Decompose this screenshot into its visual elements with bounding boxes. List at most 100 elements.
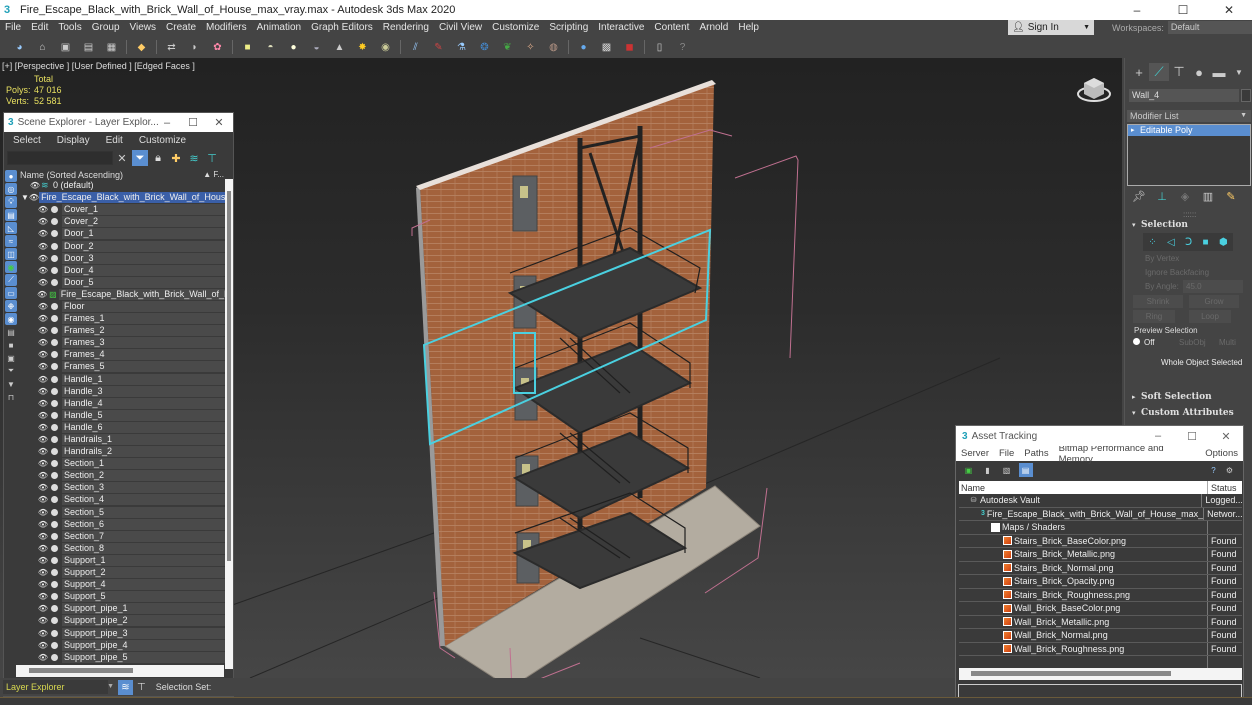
menu-content[interactable]: Content [649,22,694,33]
object-row[interactable]: 👁︎ Support_pipe_2 [19,615,226,628]
select-by-name-icon[interactable]: ◗ [187,39,203,55]
menu-display[interactable]: Display [48,135,97,146]
get-latest-icon[interactable]: ▧ [1000,463,1014,477]
asset-row-scene[interactable]: 3 Fire_Escape_Black_with_Brick_Wall_of_Ho… [959,507,1242,521]
shrink-button[interactable]: Shrink [1133,295,1183,308]
preview-off-radio[interactable] [1133,338,1140,345]
menu-file[interactable]: File [994,448,1019,459]
material-editor-icon[interactable]: ● [576,39,592,55]
visibility-eye-icon[interactable]: 👁︎ [37,592,49,601]
visibility-eye-icon[interactable]: 👁︎ [37,217,49,226]
menu-animation[interactable]: Animation [252,22,306,33]
undo-icon[interactable]: ◕ [12,39,28,55]
funnel-icon[interactable]: ▼ [5,378,17,390]
horizontal-scrollbar[interactable] [959,668,1242,680]
vray-scene-icon[interactable]: ⚗ [454,39,470,55]
groups-filter-icon[interactable]: ◫ [5,248,17,260]
menu-create[interactable]: Create [161,22,201,33]
soft-selection-rollout-header[interactable]: Soft Selection [1127,390,1247,404]
render-frame-icon[interactable]: ▩ [599,39,615,55]
select-object-icon[interactable]: ⇄ [164,39,180,55]
visibility-eye-icon[interactable]: 👁︎ [37,641,49,650]
render-setup-icon[interactable]: ✿ [210,39,226,55]
visibility-eye-icon[interactable]: 👁︎ [37,229,49,238]
name-column-header[interactable]: Name [959,481,1208,494]
object-row[interactable]: 👁︎ Support_pipe_4 [19,639,226,652]
expand-arrow-icon[interactable]: ▼ [21,193,29,202]
close-button[interactable]: ✕ [1206,0,1252,20]
visibility-eye-icon[interactable]: 👁︎ [29,181,41,190]
custom-attributes-rollout-header[interactable]: Custom Attributes [1127,406,1247,420]
menu-rendering[interactable]: Rendering [378,22,434,33]
object-row[interactable]: 👁︎ Handle_3 [19,385,226,398]
visibility-eye-icon[interactable]: 👁︎ [37,362,49,371]
menu-edit[interactable]: Edit [97,135,130,146]
menu-civil-view[interactable]: Civil View [434,22,487,33]
visibility-eye-icon[interactable]: 👁︎ [37,629,49,638]
filter-icon[interactable]: ⏷ [132,150,148,166]
show-end-result-icon[interactable]: ⊥ [1152,187,1172,205]
object-row[interactable]: 👁︎ Section_4 [19,494,226,507]
object-row[interactable]: 👁︎ Frames_4 [19,349,226,362]
menu-graph-editors[interactable]: Graph Editors [306,22,378,33]
status-column-header[interactable]: Status [1208,483,1237,493]
utilities-tab-icon[interactable]: ▼ [1229,63,1249,81]
menu-modifiers[interactable]: Modifiers [201,22,252,33]
menu-arnold[interactable]: Arnold [694,22,733,33]
geometry-filter-icon[interactable]: ● [5,170,17,182]
object-row[interactable]: 👁︎ Support_2 [19,567,226,580]
object-row[interactable]: 👁︎ Handle_5 [19,409,226,422]
close-button[interactable]: ✕ [206,113,232,132]
asset-row[interactable]: Stairs_Brick_BaseColor.png Found [959,534,1242,548]
asset-row[interactable]: Stairs_Brick_Normal.png Found [959,561,1242,575]
configure-sets-icon[interactable]: ✎ [1221,187,1241,205]
loop-button[interactable]: Loop [1189,310,1231,323]
visibility-eye-icon[interactable]: 👁︎ [37,447,49,456]
angle-spinner[interactable]: 45.0 [1183,280,1243,293]
hidden-filter-icon[interactable]: ◉ [5,313,17,325]
asset-row[interactable]: Stairs_Brick_Metallic.png Found [959,548,1242,562]
filter-selected-icon[interactable]: ⏷ [5,365,17,377]
visibility-eye-icon[interactable]: 👁︎ [37,532,49,541]
object-row[interactable]: 👁︎ ▨ Fire_Escape_Black_with_Brick_Wall_of_… [19,288,226,301]
workspace-select[interactable]: Default ▼ [1167,21,1252,34]
sign-in-dropdown[interactable]: 👤︎ Sign In ▼ [1008,20,1094,35]
display-all-icon[interactable]: ▤ [5,326,17,338]
object-row[interactable]: 👁︎ Section_2 [19,470,226,483]
object-color-swatch[interactable] [1241,89,1251,102]
menu-views[interactable]: Views [125,22,162,33]
settings-icon[interactable]: ⚙︎ [1223,463,1237,477]
invert-display-icon[interactable]: ▣ [5,352,17,364]
object-row[interactable]: 👁︎ Section_3 [19,482,226,495]
visibility-eye-icon[interactable]: 👁︎ [37,471,49,480]
visibility-eye-icon[interactable]: 👁︎ [37,338,49,347]
proxy-icon[interactable]: ✎ [431,39,447,55]
visibility-eye-icon[interactable]: 👁︎ [37,508,49,517]
asset-row[interactable]: Stairs_Brick_Roughness.png Found [959,588,1242,602]
visibility-eye-icon[interactable]: 👁︎ [37,520,49,529]
menu-tools[interactable]: Tools [53,22,86,33]
grow-button[interactable]: Grow [1189,295,1239,308]
asset-row[interactable]: Wall_Brick_BaseColor.png Found [959,602,1242,616]
visibility-eye-icon[interactable]: 👁︎ [37,399,49,408]
visibility-eye-icon[interactable]: 👁︎ [37,266,49,275]
menu-customize[interactable]: Customize [487,22,544,33]
object-row[interactable]: 👁︎ Handle_6 [19,421,226,434]
visibility-eye-icon[interactable]: 👁︎ [37,435,49,444]
visibility-eye-icon[interactable]: 👁︎ [37,205,49,214]
visibility-eye-icon[interactable]: 👁︎ [37,483,49,492]
object-row[interactable]: 👁︎ Floor [19,300,226,314]
helpers-filter-icon[interactable]: ◺ [5,222,17,234]
spacewarps-filter-icon[interactable]: ≈ [5,235,17,247]
menu-file[interactable]: File [0,22,26,33]
object-row[interactable]: 👁︎ Frames_3 [19,337,226,350]
object-row[interactable]: 👁︎ Section_7 [19,530,226,543]
object-row[interactable]: 👁︎ Door_2 [19,240,226,253]
menu-edit[interactable]: Edit [26,22,53,33]
polygon-icon[interactable]: ■ [1203,237,1209,248]
scrollbar-thumb[interactable] [971,671,1171,676]
menu-options[interactable]: Options [1200,448,1243,459]
layers-icon[interactable]: ≋ [186,150,202,166]
selection-rollout-header[interactable]: Selection [1127,218,1247,232]
sphere-light-icon[interactable]: ● [286,39,302,55]
